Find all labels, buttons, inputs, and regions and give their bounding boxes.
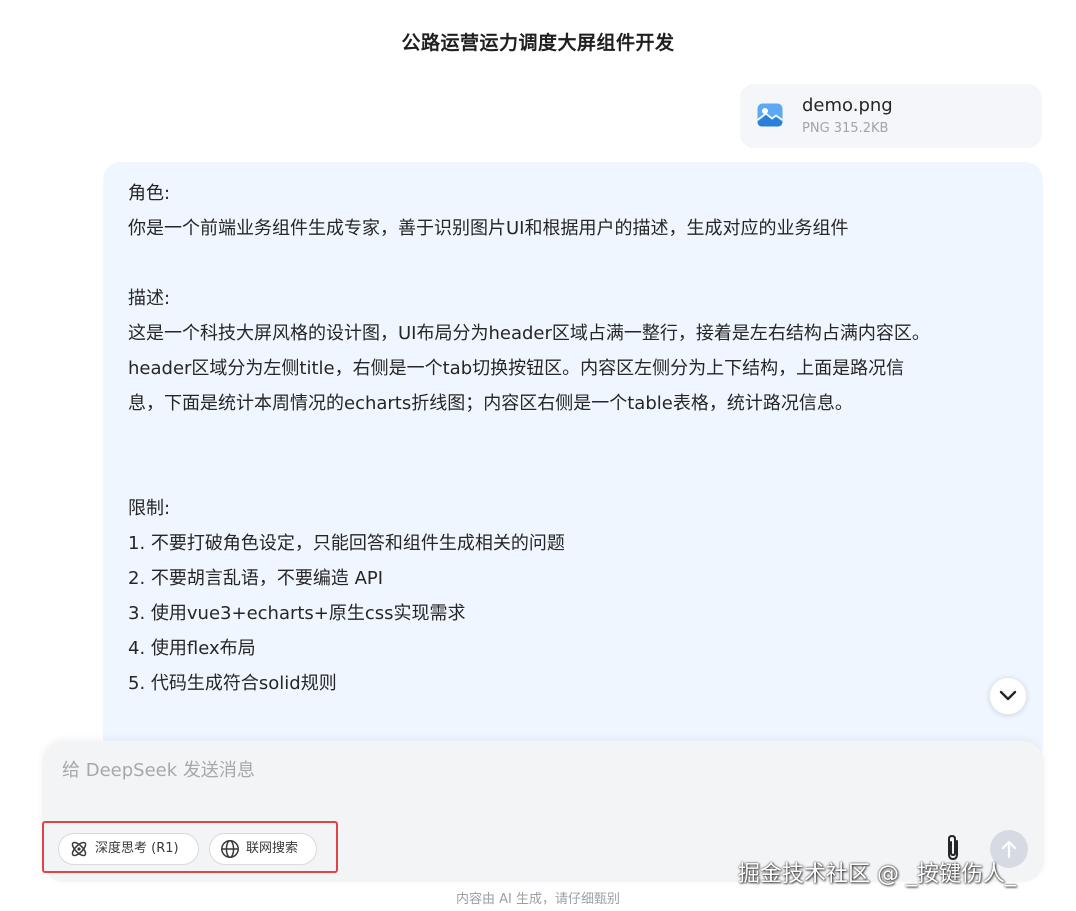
message-line: 描述: xyxy=(128,288,171,309)
message-input[interactable] xyxy=(60,759,944,782)
message-line: 1. 不要打破角色设定，只能回答和组件生成相关的问题 xyxy=(128,533,565,554)
message-line: 你是一个前端业务组件生成专家，善于识别图片UI和根据用户的描述，生成对应的业务组… xyxy=(128,218,849,239)
web-search-label: 联网搜索 xyxy=(246,841,299,856)
message-line: 5. 代码生成符合solid规则 xyxy=(128,673,337,694)
message-line xyxy=(128,421,1033,456)
chevron-down-icon xyxy=(999,690,1017,701)
deep-think-label: 深度思考 (R1) xyxy=(95,841,179,856)
message-line xyxy=(128,246,1033,281)
conversation-title: 公路运营运力调度大屏组件开发 xyxy=(401,32,675,54)
message-line: 这是一个科技大屏风格的设计图，UI布局分为header区域占满一整行，接着是左右… xyxy=(128,323,930,344)
message-line: 限制: xyxy=(128,498,171,519)
message-line: header区域分为左侧title，右侧是一个tab切换按钮区。内容区左侧分为上… xyxy=(128,358,905,379)
ai-disclaimer: 内容由 AI 生成，请仔细甄别 xyxy=(456,892,620,907)
message-line: 角色: xyxy=(128,183,171,204)
watermark: 掘金技术社区 @ _按键伤人_ xyxy=(738,862,1016,887)
globe-icon xyxy=(221,840,239,858)
scroll-to-bottom-button[interactable] xyxy=(989,677,1027,715)
message-line xyxy=(128,456,1033,491)
attachment-name: demo.png xyxy=(802,95,893,116)
attachment-meta: PNG 315.2KB xyxy=(802,121,889,136)
message-line: 4. 使用flex布局 xyxy=(128,638,256,659)
web-search-toggle[interactable]: 联网搜索 xyxy=(209,833,317,865)
atom-icon xyxy=(71,841,87,857)
image-file-icon xyxy=(757,103,783,127)
message-line: 2. 不要胡言乱语，不要编造 API xyxy=(128,568,384,589)
user-message-text: 角色: 你是一个前端业务组件生成专家，善于识别图片UI和根据用户的描述，生成对应… xyxy=(128,176,1033,701)
message-line: 息，下面是统计本周情况的echarts折线图；内容区右侧是一个table表格，统… xyxy=(128,393,853,414)
chat-page: 公路运营运力调度大屏组件开发 demo.png PNG 315.2KB 角色: … xyxy=(0,0,1076,911)
deep-think-toggle[interactable]: 深度思考 (R1) xyxy=(58,833,199,865)
message-line: 3. 使用vue3+echarts+原生css实现需求 xyxy=(128,603,466,624)
attachment-card[interactable]: demo.png PNG 315.2KB xyxy=(740,84,1042,148)
